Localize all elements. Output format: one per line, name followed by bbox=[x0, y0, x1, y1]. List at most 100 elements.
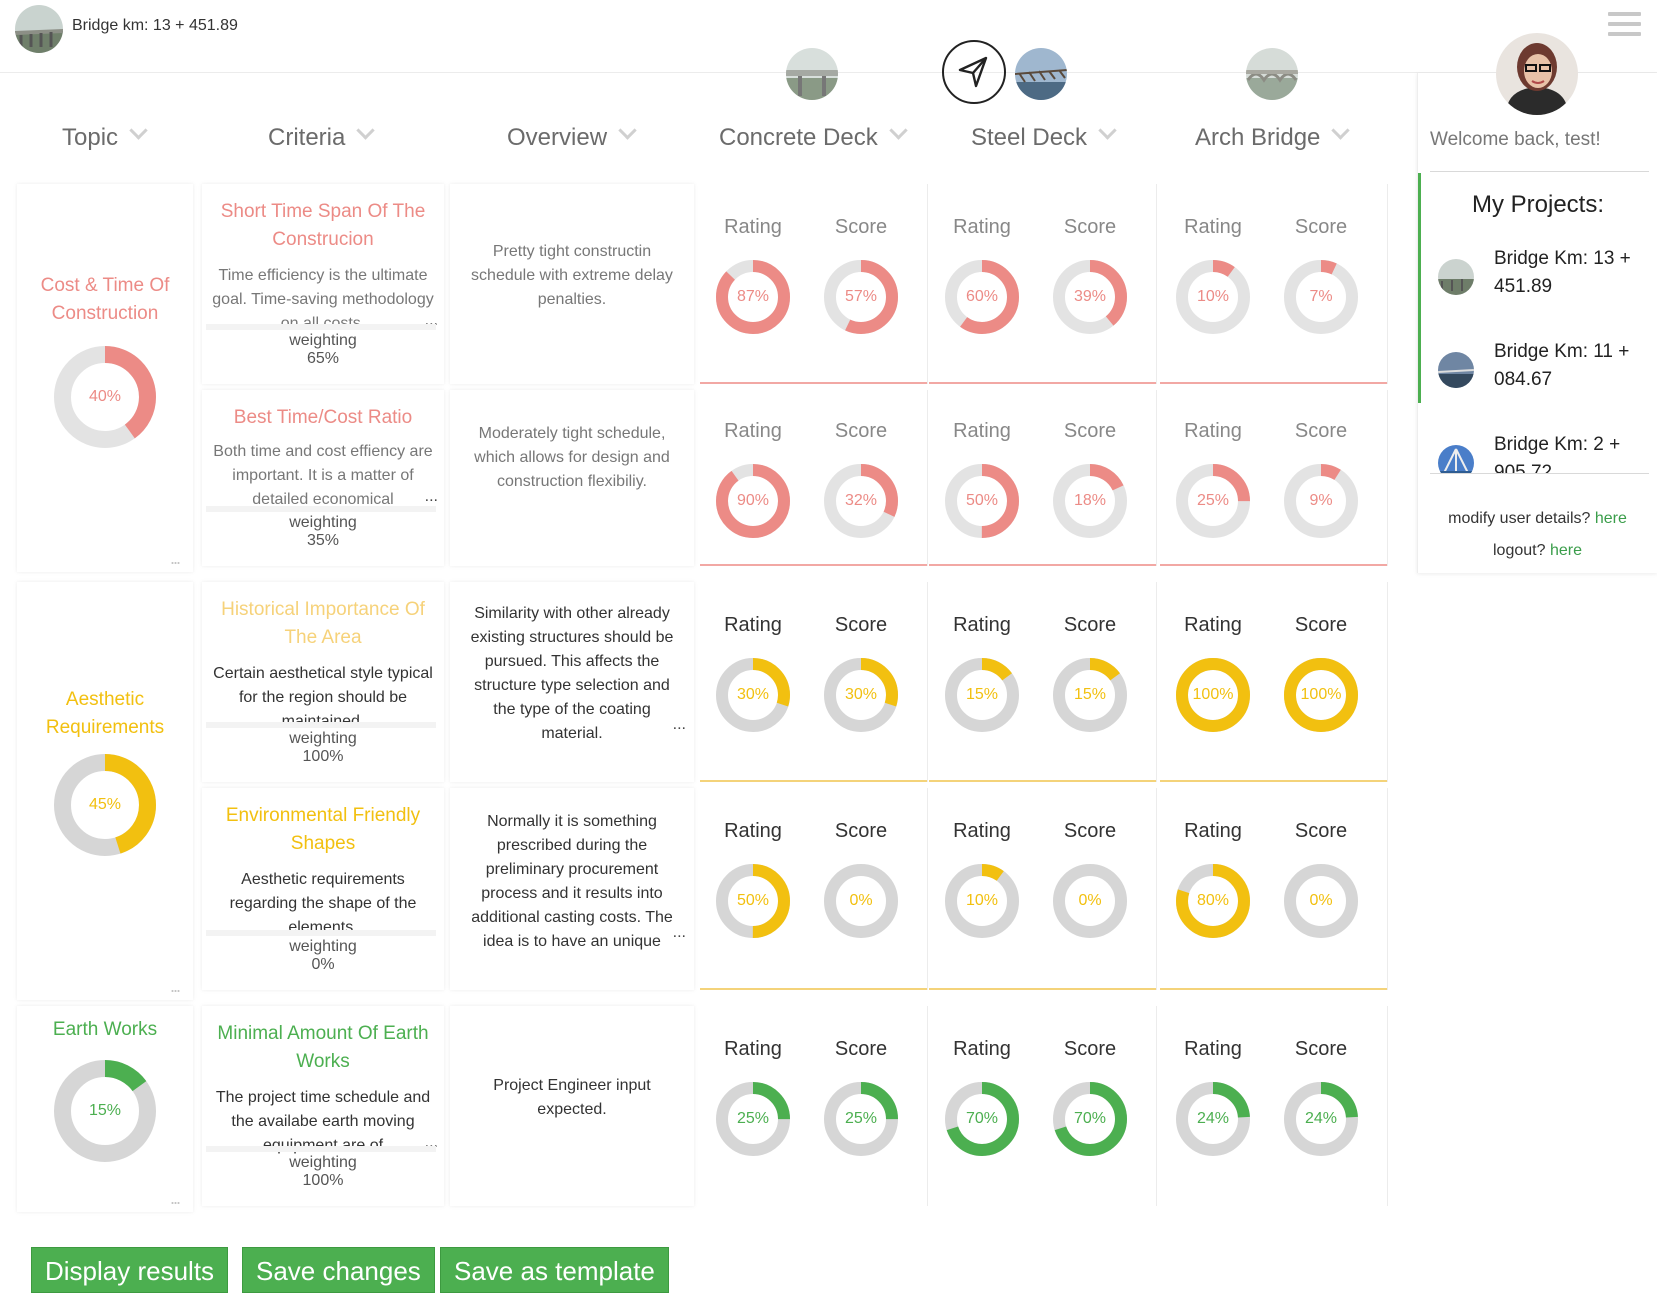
overview-card[interactable]: Normally it is something prescribed duri… bbox=[450, 788, 694, 990]
criteria-card[interactable]: Short Time Span Of The Construcion Time e… bbox=[202, 184, 444, 384]
overview-card[interactable]: Similarity with other already existing s… bbox=[450, 582, 694, 782]
score-donut[interactable]: 70% bbox=[1053, 1082, 1127, 1156]
row-divider bbox=[929, 382, 1156, 384]
weighting-bar[interactable] bbox=[206, 324, 436, 330]
score-donut[interactable]: 39% bbox=[1053, 260, 1127, 334]
rating-donut[interactable]: 10% bbox=[945, 864, 1019, 938]
rating-score-cell: Rating Score 90% 32% bbox=[700, 390, 928, 566]
score-donut[interactable]: 7% bbox=[1284, 260, 1358, 334]
score-donut[interactable]: 18% bbox=[1053, 464, 1127, 538]
topic-card[interactable]: Aesthetic Requirements 45%... bbox=[17, 582, 193, 1000]
column-header-steel-deck[interactable]: Steel Deck bbox=[971, 121, 1117, 152]
rating-donut[interactable]: 90% bbox=[716, 464, 790, 538]
project-thumbnail[interactable] bbox=[15, 5, 63, 53]
rating-donut[interactable]: 25% bbox=[716, 1082, 790, 1156]
logout-link[interactable]: here bbox=[1550, 542, 1582, 559]
score-donut[interactable]: 32% bbox=[824, 464, 898, 538]
score-donut[interactable]: 0% bbox=[1284, 864, 1358, 938]
modify-user-link[interactable]: here bbox=[1595, 510, 1627, 527]
rating-score-cell: Rating Score 25% 25% bbox=[700, 1006, 928, 1206]
hamburger-menu-icon[interactable] bbox=[1608, 12, 1641, 42]
weighting-bar[interactable] bbox=[206, 930, 436, 936]
rating-label: Rating bbox=[1184, 820, 1242, 842]
rating-donut[interactable]: 100% bbox=[1176, 658, 1250, 732]
project-list[interactable]: My Projects: Bridge Km: 13 + 451.89 Brid… bbox=[1418, 173, 1657, 473]
donut-value: 60% bbox=[965, 288, 999, 305]
column-header-overview[interactable]: Overview bbox=[507, 121, 637, 152]
rating-donut[interactable]: 10% bbox=[1176, 260, 1250, 334]
more-text-icon[interactable]: ... bbox=[425, 488, 438, 506]
topic-title: Aesthetic Requirements bbox=[45, 689, 165, 738]
topic-card[interactable]: Cost & Time Of Construction 40%... bbox=[17, 184, 193, 572]
topic-donut[interactable]: 45% bbox=[54, 754, 156, 856]
more-options-icon[interactable]: ... bbox=[170, 1188, 181, 1209]
row-divider bbox=[700, 1204, 927, 1206]
rating-donut[interactable]: 15% bbox=[945, 658, 1019, 732]
row-divider bbox=[1160, 780, 1387, 782]
score-donut[interactable]: 30% bbox=[824, 658, 898, 732]
score-donut[interactable]: 100% bbox=[1284, 658, 1358, 732]
project-item[interactable]: Bridge Km: 13 + 451.89 bbox=[1418, 245, 1657, 325]
rating-label: Rating bbox=[1184, 216, 1242, 238]
donut-value: 50% bbox=[965, 492, 999, 509]
score-label: Score bbox=[1063, 1038, 1117, 1060]
more-text-icon[interactable]: ... bbox=[673, 716, 686, 734]
rating-label: Rating bbox=[724, 216, 782, 238]
criteria-title: Minimal Amount Of Earth Works bbox=[217, 1023, 429, 1072]
rating-donut[interactable]: 50% bbox=[716, 864, 790, 938]
send-arrow-icon[interactable] bbox=[942, 40, 1006, 104]
score-donut[interactable]: 15% bbox=[1053, 658, 1127, 732]
donut-value: 0% bbox=[1078, 892, 1102, 909]
donut-value: 10% bbox=[1196, 288, 1230, 305]
criteria-card[interactable]: Minimal Amount Of Earth Works The project… bbox=[202, 1006, 444, 1206]
column-header-concrete-deck[interactable]: Concrete Deck bbox=[719, 121, 908, 152]
topic-donut[interactable]: 40% bbox=[54, 346, 156, 448]
score-label: Score bbox=[834, 420, 888, 442]
save-changes-button[interactable]: Save changes bbox=[242, 1247, 435, 1293]
weighting-bar[interactable] bbox=[206, 506, 436, 512]
score-donut[interactable]: 0% bbox=[1053, 864, 1127, 938]
project-item[interactable]: Bridge Km: 2 + 905.72 bbox=[1418, 431, 1657, 473]
overview-card[interactable]: Project Engineer input expected. bbox=[450, 1006, 694, 1206]
weighting-value: 0% bbox=[311, 956, 335, 973]
weighting-bar[interactable] bbox=[206, 722, 436, 728]
rating-donut[interactable]: 80% bbox=[1176, 864, 1250, 938]
more-text-icon[interactable]: ... bbox=[673, 924, 686, 942]
score-label: Score bbox=[1063, 420, 1117, 442]
criteria-card[interactable]: Historical Importance Of The Area Certain… bbox=[202, 582, 444, 782]
topic-card[interactable]: Earth Works 15%... bbox=[17, 1006, 193, 1212]
weighting-bar[interactable] bbox=[206, 1146, 436, 1152]
overview-card[interactable]: Moderately tight schedule, which allows … bbox=[450, 390, 694, 566]
rating-donut[interactable]: 50% bbox=[945, 464, 1019, 538]
rating-donut[interactable]: 87% bbox=[716, 260, 790, 334]
rating-donut[interactable]: 30% bbox=[716, 658, 790, 732]
score-donut[interactable]: 24% bbox=[1284, 1082, 1358, 1156]
column-header-arch-bridge[interactable]: Arch Bridge bbox=[1195, 121, 1351, 152]
topic-donut[interactable]: 15% bbox=[54, 1060, 156, 1162]
weighting-label: weighting bbox=[289, 1154, 357, 1171]
column-header-topic[interactable]: Topic bbox=[62, 121, 148, 152]
criteria-card[interactable]: Environmental Friendly Shapes Aesthetic r… bbox=[202, 788, 444, 990]
row-divider bbox=[700, 564, 927, 566]
column-header-criteria[interactable]: Criteria bbox=[268, 121, 376, 152]
overview-card[interactable]: Pretty tight constructin schedule with e… bbox=[450, 184, 694, 384]
display-results-button[interactable]: Display results bbox=[31, 1247, 229, 1293]
avatar[interactable] bbox=[1496, 33, 1578, 115]
rating-donut[interactable]: 60% bbox=[945, 260, 1019, 334]
score-donut[interactable]: 9% bbox=[1284, 464, 1358, 538]
score-donut[interactable]: 57% bbox=[824, 260, 898, 334]
project-item[interactable]: Bridge Km: 11 + 084.67 bbox=[1418, 338, 1657, 418]
row-divider bbox=[1160, 564, 1387, 566]
more-options-icon[interactable]: ... bbox=[170, 548, 181, 569]
save-as-template-button[interactable]: Save as template bbox=[440, 1247, 669, 1293]
overview-text: Similarity with other already existing s… bbox=[470, 605, 674, 742]
rating-donut[interactable]: 70% bbox=[945, 1082, 1019, 1156]
score-donut[interactable]: 0% bbox=[824, 864, 898, 938]
criteria-card[interactable]: Best Time/Cost Ratio Both time and cost e… bbox=[202, 390, 444, 566]
rating-donut[interactable]: 24% bbox=[1176, 1082, 1250, 1156]
donut-value: 9% bbox=[1309, 492, 1333, 509]
rating-donut[interactable]: 25% bbox=[1176, 464, 1250, 538]
project-name: Bridge Km: 2 + 905.72 bbox=[1494, 434, 1621, 473]
score-donut[interactable]: 25% bbox=[824, 1082, 898, 1156]
more-options-icon[interactable]: ... bbox=[170, 976, 181, 997]
